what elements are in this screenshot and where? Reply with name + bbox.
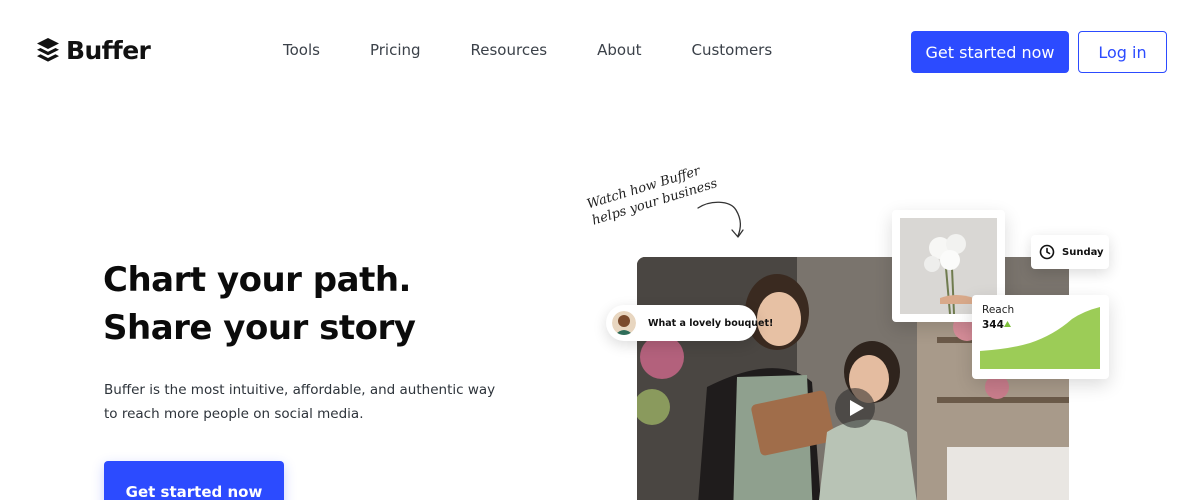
buffer-logo[interactable]: Buffer	[36, 36, 151, 65]
clock-icon	[1039, 244, 1055, 260]
nav-pricing[interactable]: Pricing	[370, 41, 421, 59]
schedule-card: Sunday	[1031, 235, 1109, 269]
hero-description: Buffer is the most intuitive, affordable…	[104, 382, 496, 422]
main-nav: Tools Pricing Resources About Customers	[283, 41, 772, 59]
site-header: Buffer Tools Pricing Resources About Cus…	[0, 0, 1202, 104]
schedule-day: Sunday	[1062, 246, 1104, 258]
get-started-button[interactable]: Get started now	[911, 31, 1069, 73]
comment-bubble: What a lovely bouquet!	[606, 305, 773, 341]
reach-card: Reach 344	[972, 295, 1109, 379]
arrow-icon	[697, 201, 744, 238]
login-button[interactable]: Log in	[1078, 31, 1167, 73]
comment-text: What a lovely bouquet!	[648, 317, 774, 329]
nav-tools[interactable]: Tools	[283, 41, 320, 59]
play-button[interactable]	[835, 388, 875, 428]
hero-title: Chart your path. Share your story	[103, 256, 416, 352]
hero-get-started-button[interactable]: Get started now	[104, 461, 284, 500]
avatar	[612, 311, 636, 335]
nav-about[interactable]: About	[597, 41, 641, 59]
hero-title-line-1: Chart your path.	[103, 260, 411, 300]
nav-customers[interactable]: Customers	[691, 41, 772, 59]
play-icon	[849, 400, 864, 416]
buffer-logo-icon	[37, 37, 59, 62]
hero-title-line-2: Share your story	[103, 308, 416, 348]
nav-resources[interactable]: Resources	[471, 41, 548, 59]
logo-text: Buffer	[66, 36, 151, 65]
reach-chart	[980, 307, 1100, 369]
